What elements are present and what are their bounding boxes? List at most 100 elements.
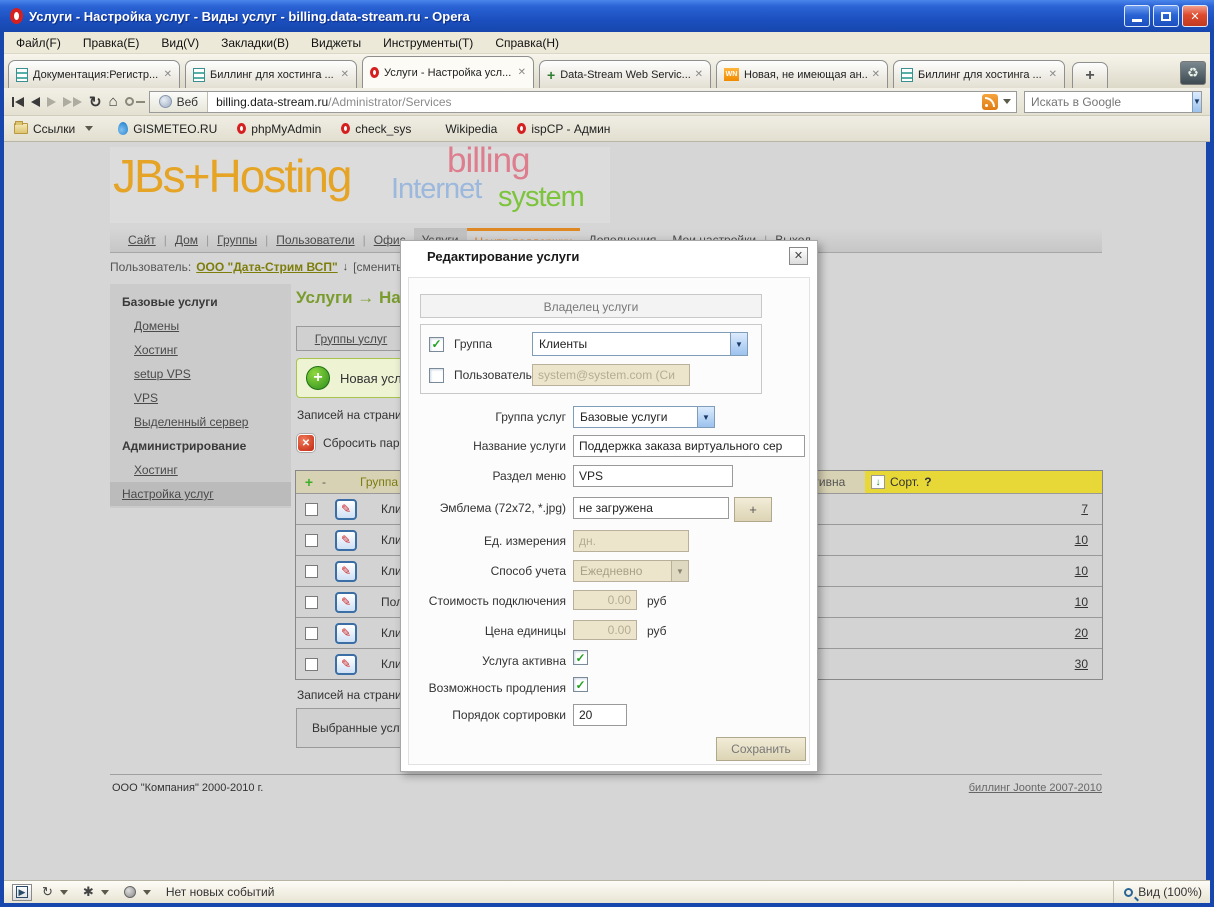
- reload-button[interactable]: ↻: [89, 93, 102, 111]
- bookmark-links-folder[interactable]: Ссылки: [14, 122, 98, 136]
- menu-view[interactable]: Вид(V): [161, 36, 199, 50]
- menu-bookmarks[interactable]: Закладки(B): [221, 36, 289, 50]
- sidebar-item-dedicated-server[interactable]: Выделенный сервер: [110, 410, 291, 434]
- emblem-add-button[interactable]: +: [734, 497, 772, 522]
- maximize-button[interactable]: [1153, 5, 1179, 27]
- tab-close-icon[interactable]: ✕: [872, 69, 880, 80]
- row-checkbox[interactable]: [305, 596, 318, 609]
- bookmark-phpmyadmin[interactable]: phpMyAdmin: [237, 122, 321, 136]
- row-checkbox[interactable]: [305, 503, 318, 516]
- tab-close-icon[interactable]: ✕: [695, 69, 703, 80]
- sidebar-item-domains[interactable]: Домены: [110, 314, 291, 338]
- closed-tabs-trash-icon[interactable]: ♻: [1180, 61, 1206, 85]
- bookmark-checksys[interactable]: check_sys: [341, 122, 411, 136]
- sync-button[interactable]: ↻: [42, 884, 73, 900]
- tab-documentation[interactable]: Документация:Регистр... ✕: [8, 60, 180, 88]
- tab-services-active[interactable]: Услуги - Настройка усл... ✕: [362, 56, 534, 88]
- tab-close-icon[interactable]: ✕: [341, 69, 349, 80]
- sidebar-item-service-settings-selected[interactable]: Настройка услуг: [110, 482, 291, 506]
- cell-sort-link[interactable]: 10: [1075, 595, 1088, 609]
- cell-sort-link[interactable]: 30: [1075, 657, 1088, 671]
- group-checkbox-checked[interactable]: ✓: [429, 337, 444, 352]
- tab-service-groups[interactable]: Группы услуг: [296, 326, 406, 351]
- sort-direction-icon[interactable]: ↓: [871, 475, 885, 489]
- emblem-field[interactable]: [573, 497, 729, 519]
- bookmark-ispcp[interactable]: ispCP - Админ: [517, 122, 610, 136]
- nav-site[interactable]: Сайт: [120, 228, 164, 252]
- row-checkbox[interactable]: [305, 658, 318, 671]
- edit-icon[interactable]: ✎: [335, 623, 357, 644]
- zoom-control[interactable]: Вид (100%): [1113, 881, 1202, 903]
- edit-icon[interactable]: ✎: [335, 654, 357, 675]
- modal-title-bar[interactable]: Редактирование услуги ✕: [401, 241, 817, 273]
- menu-help[interactable]: Справка(H): [495, 36, 559, 50]
- sidebar-item-setup-vps[interactable]: setup VPS: [110, 362, 291, 386]
- user-checkbox-unchecked[interactable]: [429, 368, 444, 383]
- add-icon[interactable]: +: [296, 474, 322, 490]
- menu-file[interactable]: Файл(F): [16, 36, 61, 50]
- service-active-checkbox-checked[interactable]: ✓: [573, 650, 588, 665]
- edit-icon[interactable]: ✎: [335, 592, 357, 613]
- collapse-icon[interactable]: -: [322, 475, 344, 489]
- menu-section-field[interactable]: [573, 465, 733, 487]
- tab-datastream[interactable]: + Data-Stream Web Servic... ✕: [539, 60, 711, 88]
- rss-icon[interactable]: [982, 94, 998, 110]
- search-engine-dropdown-icon[interactable]: ▼: [1192, 92, 1201, 112]
- menu-widgets[interactable]: Виджеты: [311, 36, 361, 50]
- network-button[interactable]: [124, 886, 156, 898]
- sort-order-field[interactable]: [573, 704, 627, 726]
- tab-new-page[interactable]: WN Новая, не имеющая ан... ✕: [716, 60, 888, 88]
- column-header-sort[interactable]: ↓ Сорт. ?: [865, 471, 1102, 493]
- nav-users[interactable]: Пользователи: [268, 228, 362, 252]
- row-checkbox[interactable]: [305, 565, 318, 578]
- home-button[interactable]: ⌂: [109, 93, 118, 110]
- unite-button[interactable]: ✱: [83, 884, 114, 900]
- edit-icon[interactable]: ✎: [335, 530, 357, 551]
- rewind-button[interactable]: [12, 97, 24, 107]
- change-user-hint[interactable]: [сменить: [353, 260, 402, 274]
- tab-billing-1[interactable]: Биллинг для хостинга ... ✕: [185, 60, 357, 88]
- service-group-select[interactable]: Базовые услуги ▼: [573, 406, 715, 428]
- sidebar-item-admin-hosting[interactable]: Хостинг: [110, 458, 291, 482]
- tab-close-icon[interactable]: ✕: [1049, 69, 1057, 80]
- address-dropdown-icon[interactable]: [1003, 99, 1011, 104]
- menu-tools[interactable]: Инструменты(Т): [383, 36, 473, 50]
- row-checkbox[interactable]: [305, 534, 318, 547]
- tab-close-icon[interactable]: ✕: [164, 69, 172, 80]
- minimize-button[interactable]: [1124, 5, 1150, 27]
- search-box[interactable]: ▼: [1024, 91, 1202, 113]
- service-name-field[interactable]: [573, 435, 805, 457]
- tab-billing-2[interactable]: Биллинг для хостинга ... ✕: [893, 60, 1065, 88]
- cell-sort-link[interactable]: 20: [1075, 626, 1088, 640]
- sidebar-item-vps[interactable]: VPS: [110, 386, 291, 410]
- forward-button[interactable]: [47, 97, 56, 107]
- save-button[interactable]: Сохранить: [716, 737, 806, 761]
- new-tab-button[interactable]: +: [1072, 62, 1108, 88]
- cell-sort-link[interactable]: 7: [1081, 502, 1088, 516]
- search-input[interactable]: [1025, 95, 1192, 109]
- edit-icon[interactable]: ✎: [335, 561, 357, 582]
- row-checkbox[interactable]: [305, 627, 318, 640]
- nav-groups[interactable]: Группы: [209, 228, 265, 252]
- back-button[interactable]: [31, 97, 40, 107]
- menu-edit[interactable]: Правка(E): [83, 36, 140, 50]
- cell-sort-link[interactable]: 10: [1075, 564, 1088, 578]
- tab-close-icon[interactable]: ✕: [518, 67, 526, 78]
- address-bar[interactable]: Веб billing.data-stream.ru /Administrato…: [149, 91, 1017, 113]
- renewable-checkbox-checked[interactable]: ✓: [573, 677, 588, 692]
- owner-user-field[interactable]: [532, 364, 690, 386]
- help-icon[interactable]: ?: [924, 475, 931, 489]
- sidebar-item-hosting[interactable]: Хостинг: [110, 338, 291, 362]
- edit-icon[interactable]: ✎: [335, 499, 357, 520]
- nav-home[interactable]: Дом: [167, 228, 206, 252]
- fast-forward-button[interactable]: [63, 97, 82, 107]
- modal-close-icon[interactable]: ✕: [789, 247, 808, 265]
- account-link[interactable]: ООО "Дата-Стрим ВСП": [196, 260, 337, 274]
- footer-billing-link[interactable]: биллинг Joonte 2007-2010: [969, 782, 1102, 794]
- account-dropdown-icon[interactable]: ↓: [343, 261, 349, 273]
- bookmark-gismeteo[interactable]: GISMETEO.RU: [118, 122, 217, 136]
- cell-sort-link[interactable]: 10: [1075, 533, 1088, 547]
- panels-toggle-button[interactable]: ▶: [12, 884, 32, 901]
- bookmark-wikipedia[interactable]: Wikipedia: [445, 122, 497, 136]
- close-button[interactable]: ✕: [1182, 5, 1208, 27]
